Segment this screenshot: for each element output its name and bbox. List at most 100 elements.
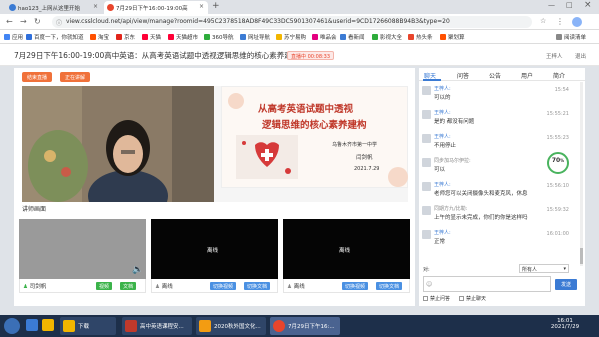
message-author: 王梓人: — [434, 86, 451, 92]
doc-toggle-button[interactable]: 文档 — [120, 282, 137, 290]
bookmark-item[interactable]: 热头条 — [408, 33, 433, 41]
close-icon[interactable]: × — [93, 3, 98, 10]
recipient-label: 对: — [423, 267, 430, 273]
taskbar: 下载 高中英语课程安... 2020秋外国文化... 7月29日下午16:...… — [0, 315, 599, 337]
bookmark-label: 360导航 — [212, 35, 234, 41]
chat-scrollbar[interactable] — [580, 82, 583, 266]
slide-title-line2: 逻辑思维的核心素养建构 — [262, 120, 367, 131]
tab-notice[interactable]: 公告 — [489, 71, 501, 80]
taskbar-item[interactable]: 2020秋外国文化... — [196, 317, 266, 335]
star-icon[interactable]: ☆ — [540, 17, 546, 25]
recipient-value: 所有人 — [522, 267, 538, 273]
start-button-icon[interactable] — [4, 318, 20, 334]
tab-qa[interactable]: 问答 — [457, 71, 469, 80]
bookmark-item[interactable]: 唯品会 — [312, 33, 337, 41]
chat-scrollbar-thumb[interactable] — [580, 248, 583, 264]
bookmark-item[interactable]: 影视大全 — [372, 33, 402, 41]
bookmark-label: 影视大全 — [380, 35, 403, 41]
close-icon[interactable]: × — [199, 3, 204, 10]
bookmark-label: 苏宁易购 — [284, 35, 307, 41]
message-time: 15:54 — [554, 87, 569, 93]
switch-doc-button[interactable]: 切换文档 — [244, 282, 271, 290]
message-author: 王梓人: — [434, 110, 451, 116]
doc-button[interactable]: 正在讲解 — [60, 72, 91, 82]
slide-date: 2021.7.29 — [354, 166, 380, 172]
chat-input[interactable]: ☺ — [423, 276, 551, 292]
juhuasuan-icon — [440, 34, 446, 40]
exit-link[interactable]: 退出 — [575, 52, 586, 60]
switch-video-button[interactable]: 切换视频 — [210, 282, 237, 290]
video-toggle-button[interactable]: 视频 — [96, 282, 113, 290]
browser-tab-active[interactable]: 7月29日下午16:00-19:00高 × — [104, 1, 208, 14]
vip-icon — [312, 34, 318, 40]
bookmark-item[interactable]: 阅读清单 — [556, 33, 586, 41]
bookmark-item[interactable]: 天猫超市 — [168, 33, 198, 41]
taskbar-item[interactable]: 下载 — [60, 317, 116, 335]
recipient-select[interactable]: 所有人 ▾ — [519, 264, 569, 273]
message-text: 上午的显示未完成，你们的你是这样吗 — [434, 215, 528, 221]
bookmark-item[interactable]: 淘宝 — [90, 33, 109, 41]
baidu-icon — [26, 34, 32, 40]
bookmark-item[interactable]: 聚划算 — [440, 33, 465, 41]
video-slot[interactable]: 离线 — [151, 219, 278, 279]
bookmark-label: 网址导航 — [248, 35, 271, 41]
message-time: 15:59:32 — [546, 207, 569, 213]
tab-users[interactable]: 用户 — [521, 71, 533, 80]
bookmark-label: 淘宝 — [98, 35, 110, 41]
bookmark-item[interactable]: 天猫 — [142, 33, 161, 41]
bookmark-item[interactable]: 360导航 — [204, 33, 234, 41]
system-clock[interactable]: 16:01 2021/7/29 — [548, 318, 582, 330]
bookmark-item[interactable]: 看新闻 — [340, 33, 365, 41]
back-icon[interactable]: ← — [6, 17, 13, 26]
message-time: 15:55:23 — [546, 135, 569, 141]
switch-doc-button[interactable]: 切换文档 — [376, 282, 403, 290]
checkbox[interactable] — [423, 296, 428, 301]
bookmark-label: 百度一下，你就知道 — [34, 35, 84, 41]
tab-divider — [419, 80, 585, 81]
camera-feed — [22, 86, 214, 202]
disable-qa-option[interactable]: 禁止问答 — [423, 295, 450, 302]
bookmark-item[interactable]: 苏宁易购 — [276, 33, 306, 41]
ie-icon[interactable] — [26, 319, 38, 331]
checkbox[interactable] — [459, 296, 464, 301]
window-close-button[interactable]: × — [584, 0, 592, 10]
user-name: 王梓人 — [546, 54, 563, 60]
url-text: view.csslcloud.net/api/view/manage?roomi… — [66, 18, 450, 25]
taskbar-item-active[interactable]: 7月29日下午16:... — [270, 317, 340, 335]
switch-video-button[interactable]: 切换视频 — [342, 282, 369, 290]
clock-date: 2021/7/29 — [550, 324, 580, 330]
browser-tab[interactable]: hao123_上网从这里开始 × — [6, 1, 102, 14]
chat-message: 王梓人: 老师您可以关闭摄像头和麦克风，休息 15:56:10 — [419, 180, 569, 200]
bookmark-item[interactable]: 百度一下，你就知道 — [26, 33, 84, 41]
avatar — [422, 86, 431, 95]
end-live-button[interactable]: 结束直播 — [22, 72, 53, 82]
url-field[interactable]: ⓘ view.csslcloud.net/api/view/manage?roo… — [52, 16, 532, 28]
bookmark-item[interactable]: 网址导航 — [240, 33, 270, 41]
main-panel: 结束直播 正在讲解 从高考英语试题中透视 逻辑思维的核心素养建构 乌鲁木齐市第一… — [14, 68, 415, 306]
emoji-icon[interactable]: ☺ — [426, 281, 432, 288]
tab-intro[interactable]: 简介 — [553, 71, 565, 80]
extension-icon[interactable]: ⋮ — [556, 17, 564, 26]
message-author: 王梓人: — [434, 230, 451, 236]
avatar — [422, 206, 431, 215]
minimize-button[interactable]: — — [548, 1, 555, 9]
bookmark-item[interactable]: 京东 — [116, 33, 135, 41]
reload-icon[interactable]: ↻ — [34, 17, 41, 26]
video-slot[interactable]: 离线 — [283, 219, 410, 279]
message-text: 是的 都没有问题 — [434, 119, 475, 125]
speaker-muted-icon[interactable]: 🔈 — [132, 265, 143, 275]
new-tab-button[interactable]: + — [212, 1, 220, 11]
bookmark-item[interactable]: 应用 — [4, 33, 23, 41]
forward-icon[interactable]: → — [20, 17, 27, 26]
message-text: 不用停止 — [434, 143, 457, 149]
section-title: 讲师画面 — [22, 206, 47, 213]
send-button[interactable]: 发送 — [555, 279, 577, 290]
disable-chat-option[interactable]: 禁止聊天 — [459, 295, 486, 302]
folder-icon[interactable] — [42, 319, 54, 331]
taskbar-item[interactable]: 高中英语课程安... — [122, 317, 192, 335]
maximize-button[interactable]: □ — [566, 1, 573, 9]
bookmark-label: 唯品会 — [320, 35, 337, 41]
bookmark-label: 京东 — [124, 35, 136, 41]
video-slot[interactable]: 🔈 — [19, 219, 146, 279]
profile-avatar-icon[interactable] — [572, 17, 582, 27]
